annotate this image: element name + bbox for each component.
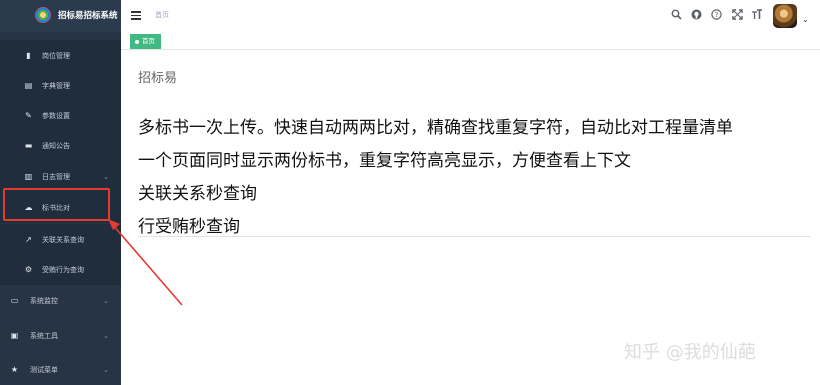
annotation-arrow bbox=[108, 219, 183, 306]
